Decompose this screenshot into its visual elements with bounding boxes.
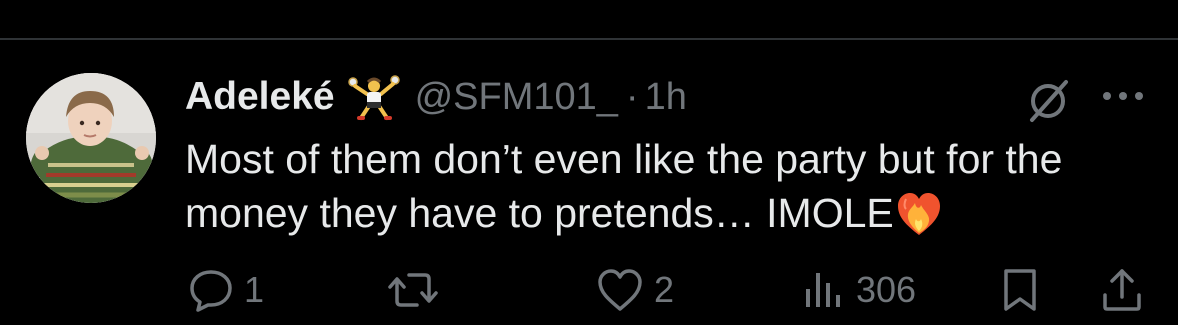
bookmark-button[interactable] — [1000, 262, 1040, 318]
bookmark-icon — [1004, 269, 1036, 311]
person-juggling-emoji-icon — [347, 72, 401, 122]
heart-on-fire-emoji-icon — [896, 189, 942, 237]
share-button[interactable] — [1100, 262, 1144, 318]
tweet[interactable]: Adeleké @SFM101_ · 1h Most of them don’t… — [0, 40, 1178, 325]
tweet-header: Adeleké @SFM101_ · 1h — [185, 72, 687, 122]
header-separator: · — [625, 75, 639, 118]
like-count: 2 — [654, 269, 675, 310]
reply-icon — [190, 270, 232, 312]
share-icon — [1103, 269, 1141, 311]
more-options-icon[interactable] — [1100, 86, 1146, 106]
avatar[interactable] — [26, 73, 156, 203]
repost-button[interactable] — [387, 262, 449, 318]
repost-icon — [388, 273, 438, 307]
tweet-timestamp[interactable]: 1h — [645, 76, 687, 119]
author-handle[interactable]: @SFM101_ — [415, 76, 618, 119]
reply-button[interactable]: 1 — [188, 262, 264, 318]
author-name[interactable]: Adeleké — [185, 75, 335, 119]
tweet-actions: 1 2 306 — [0, 262, 1178, 322]
analytics-bar-icon — [806, 273, 840, 307]
tweet-text: Most of them don’t even like the party b… — [185, 132, 1115, 240]
heart-icon — [598, 269, 642, 311]
views-button[interactable]: 306 — [802, 262, 916, 318]
like-button[interactable]: 2 — [596, 262, 674, 318]
reply-count: 1 — [244, 269, 265, 310]
grok-icon[interactable] — [1024, 76, 1074, 126]
view-count: 306 — [856, 269, 917, 310]
